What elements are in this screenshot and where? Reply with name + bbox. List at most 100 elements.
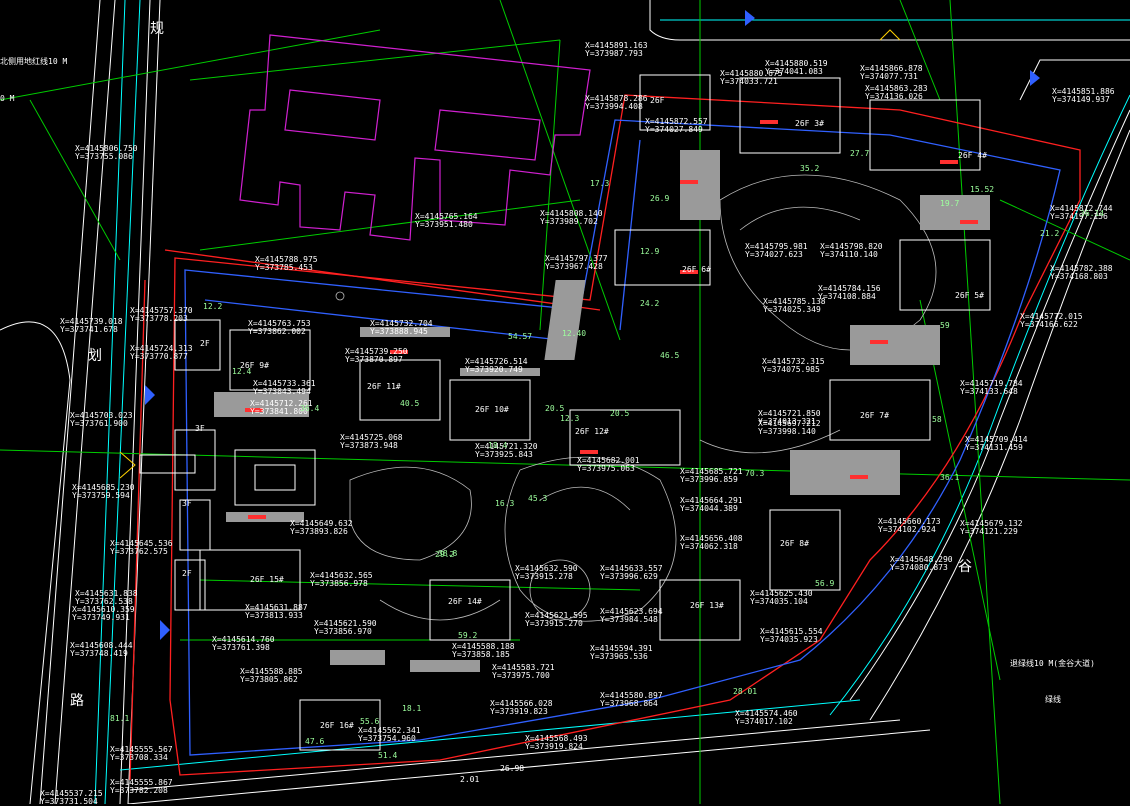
street-char-4: 谷: [958, 559, 972, 575]
building-label: 26F 10#: [475, 405, 509, 414]
north-redline-label: 北侧用地红线10 M: [0, 57, 68, 66]
dimension-label: 28.01: [733, 687, 758, 696]
coordinate-label: Y=373996.859: [680, 475, 738, 484]
coordinate-label: Y=373755.086: [75, 152, 133, 161]
dimension-label: 26.9: [650, 194, 670, 203]
dimension-label: 35.2: [800, 164, 820, 173]
coordinate-label: Y=373813.933: [245, 611, 303, 620]
dimension-label: 55.6: [360, 717, 380, 726]
coordinate-label: Y=373785.453: [255, 263, 313, 272]
building-label: 2F: [200, 339, 210, 348]
dimension-label: 36.1: [940, 473, 960, 482]
coordinate-label: Y=373975.700: [492, 671, 550, 680]
coordinate-label: Y=373749.931: [72, 613, 130, 622]
coordinate-label: Y=373965.536: [590, 652, 648, 661]
building-label: 26F 12#: [575, 427, 609, 436]
building-label: 3F: [195, 424, 205, 433]
coordinate-label: Y=373843.494: [253, 387, 311, 396]
site-plan-drawing: [0, 0, 1130, 804]
dimension-label: 59: [940, 321, 950, 330]
left-partial-label: 0 M: [0, 94, 15, 103]
dimension-label: 24.2: [640, 299, 660, 308]
coordinate-label: Y=373759.594: [72, 491, 130, 500]
coordinate-label: Y=373996.629: [600, 572, 658, 581]
coordinate-label: Y=373708.334: [110, 753, 168, 762]
green-grid: [0, 0, 1130, 804]
coordinate-label: Y=373920.749: [465, 365, 523, 374]
coordinate-label: Y=373919.823: [490, 707, 548, 716]
coordinate-label: Y=373998.140: [758, 427, 816, 436]
coordinate-label: Y=374166.622: [1020, 320, 1078, 329]
existing-building: [239, 34, 591, 241]
dimension-label: 46.5: [660, 351, 680, 360]
dimension-label: 38.8: [438, 549, 458, 558]
coordinate-label: Y=373858.185: [452, 650, 510, 659]
coordinate-label: Y=373968.864: [600, 699, 658, 708]
building-label: 26F 5#: [955, 291, 984, 300]
dimension-label: 19.7: [940, 199, 960, 208]
coordinate-label: Y=373782.208: [110, 786, 168, 795]
building-label: 26F 4#: [958, 151, 987, 160]
coordinate-label: Y=374027.849: [645, 125, 703, 134]
dimension-label: 12.3: [560, 414, 580, 423]
coordinate-label: Y=374062.318: [680, 542, 738, 551]
dimension-label: 20.5: [610, 409, 630, 418]
coordinate-label: Y=373770.877: [130, 352, 188, 361]
building-label: 26F 15#: [250, 575, 284, 584]
dimension-label: 70.3: [745, 469, 765, 478]
coordinate-label: Y=374149.937: [1052, 95, 1110, 104]
street-char-2: 划: [88, 348, 102, 364]
coordinate-label: Y=374110.140: [820, 250, 878, 259]
coordinate-label: Y=373761.398: [212, 643, 270, 652]
dimension-label: 81.1: [110, 714, 130, 723]
coordinate-label: Y=374108.884: [818, 292, 876, 301]
coordinate-label: Y=373987.793: [585, 49, 643, 58]
dimension-label: 21.2: [1040, 229, 1060, 238]
coordinate-label: Y=373984.548: [600, 615, 658, 624]
coordinate-label: Y=373994.408: [585, 102, 643, 111]
dimension-label: 54.57: [508, 332, 533, 341]
coordinate-label: Y=373805.862: [240, 675, 298, 684]
road-lines: [0, 0, 1130, 804]
dimension-label: 12.2: [203, 302, 223, 311]
coordinate-label: Y=374027.623: [745, 250, 803, 259]
dimension-label: 16.3: [495, 499, 515, 508]
coordinate-label: Y=373778.203: [130, 314, 188, 323]
building-label: 26F 11#: [367, 382, 401, 391]
coordinate-label: Y=373919.824: [525, 742, 583, 751]
coordinate-label: Y=373951.480: [415, 220, 473, 229]
coordinate-label: Y=374080.873: [890, 563, 948, 572]
building-label: 2F: [182, 569, 192, 578]
coordinate-label: Y=373915.278: [515, 572, 573, 581]
dimension-label: 47.6: [305, 737, 325, 746]
coordinate-label: Y=374121.229: [960, 527, 1018, 536]
dimension-label: 56.9: [815, 579, 835, 588]
street-char-1: 规: [150, 21, 164, 37]
street-char-3: 路: [70, 693, 84, 709]
dimension-label: 12.4: [232, 367, 252, 376]
coordinate-label: Y=373870.897: [345, 355, 403, 364]
dimension-label: 36.14: [1080, 209, 1105, 218]
dimension-label: 40.5: [400, 399, 420, 408]
building-label: 3F: [182, 499, 192, 508]
building-label: 26F: [650, 96, 665, 105]
coordinate-label: Y=374035.104: [750, 597, 808, 606]
building-label: 26F 3#: [795, 119, 824, 128]
coordinate-label: Y=373856.970: [314, 627, 372, 636]
dimension-label: 45.3: [528, 494, 548, 503]
building-label: 26F 8#: [780, 539, 809, 548]
coordinate-label: Y=373748.419: [70, 649, 128, 658]
coordinate-label: Y=374033.721: [720, 77, 778, 86]
coordinate-label: Y=374035.923: [760, 635, 818, 644]
coordinate-label: Y=374025.349: [763, 305, 821, 314]
dimension-label: 51.4: [378, 751, 398, 760]
coordinate-label: Y=374168.803: [1050, 272, 1108, 281]
coordinate-label: Y=374017.102: [735, 717, 793, 726]
east-redline-label: 退绿线10 M(金谷大道): [1010, 659, 1095, 668]
coordinate-label: Y=373762.575: [110, 547, 168, 556]
coordinate-label: Y=373989.702: [540, 217, 598, 226]
dimension-label: 15.52: [970, 185, 995, 194]
coordinate-label: Y=374013.321: [758, 417, 816, 426]
coordinate-label: Y=373873.948: [340, 441, 398, 450]
coordinate-label: Y=374136.026: [865, 92, 923, 101]
